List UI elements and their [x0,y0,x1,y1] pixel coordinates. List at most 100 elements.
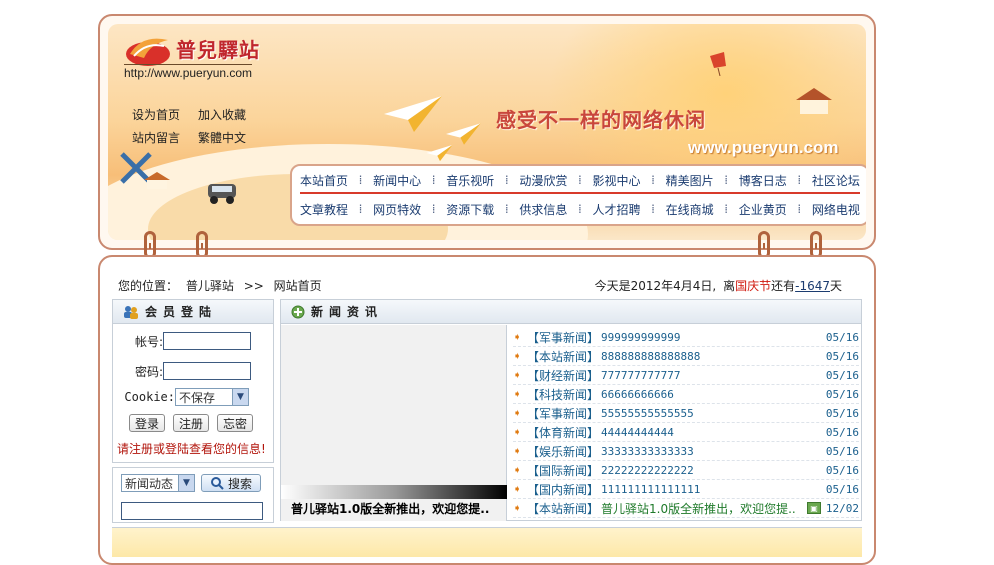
paper-plane-icon [384,96,442,132]
nav-downloads[interactable]: 资源下载 [446,201,494,218]
arrow-bullet-icon: ➧ [513,369,522,381]
nav-separator: ⁞ [578,173,582,187]
news-category[interactable]: 【娱乐新闻】 [527,443,599,460]
nav-music[interactable]: 音乐视听 [446,172,494,189]
news-title-link[interactable]: 999999999999 [601,331,825,344]
chevron-down-icon: ▼ [232,389,248,405]
site-logo[interactable]: 普兒驛站 http://www.pueryun.com [124,30,274,86]
search-category-value: 新闻动态 [125,476,174,491]
breadcrumb: 您的位置： 普儿驿站 >> 网站首页 [118,277,322,294]
search-button[interactable]: 搜索 [201,474,261,492]
arrow-bullet-icon: ➧ [513,502,522,514]
news-category[interactable]: 【财经新闻】 [527,367,599,384]
news-title-link[interactable]: 111111111111111 [601,483,825,496]
nav-forum[interactable]: 社区论坛 [812,172,860,189]
nav-separator: ⁞ [797,202,802,216]
news-list-item[interactable]: ➧ 【科技新闻】 66666666666 05/16 [513,385,859,404]
news-list-item[interactable]: ➧ 【体育新闻】 44444444444 05/16 [513,423,859,442]
nav-home[interactable]: 本站首页 [300,172,348,189]
nav-yellow-pages[interactable]: 企业黄页 [739,201,787,218]
news-list-item[interactable]: ➧ 【军事新闻】 55555555555555 05/16 [513,404,859,423]
nav-anime[interactable]: 动漫欣赏 [519,172,567,189]
nav-web-effects[interactable]: 网页特效 [373,201,421,218]
nav-supply[interactable]: 供求信息 [519,201,567,218]
password-row: 密码: [113,362,273,380]
news-list-item[interactable]: ➧ 【娱乐新闻】 33333333333333 05/16 [513,442,859,461]
news-category[interactable]: 【军事新闻】 [527,329,599,346]
quick-links: 设为首页 加入收藏 站内留言 繁體中文 [132,106,272,146]
news-category[interactable]: 【本站新闻】 [527,500,599,517]
news-slideshow[interactable]: 普儿驿站1.0版全新推出，欢迎您提.. [281,325,507,521]
away-text: 离 [723,279,736,293]
news-list-item[interactable]: ➧ 【财经新闻】 777777777777 05/16 [513,366,859,385]
news-title-link[interactable]: 22222222222222 [601,464,825,477]
news-category[interactable]: 【国际新闻】 [527,462,599,479]
nav-news-center[interactable]: 新闻中心 [373,172,421,189]
news-title-link[interactable]: 33333333333333 [601,445,825,458]
nav-separator: ⁞ [724,173,729,187]
nav-separator: ⁞ [724,202,729,216]
forgot-password-button[interactable]: 忘密 [217,414,253,432]
search-input[interactable] [121,502,263,520]
news-list-item[interactable]: ➧ 【国内新闻】 111111111111111 05/16 [513,480,859,499]
arrow-bullet-icon: ➧ [513,426,522,438]
arrow-bullet-icon: ➧ [513,350,522,362]
news-list-item[interactable]: ➧ 【本站新闻】 888888888888888 05/16 [513,347,859,366]
news-title-link[interactable]: 55555555555555 [601,407,825,420]
search-category-select[interactable]: 新闻动态 ▼ [121,474,195,492]
main-navigation: 本站首页 ⁞ 新闻中心 ⁞ 音乐视听 ⁞ 动漫欣赏 ⁞ 影视中心 ⁞ 精美图片 … [290,164,866,226]
arrow-bullet-icon: ➧ [513,331,522,343]
traditional-chinese-link[interactable]: 繁體中文 [198,129,264,146]
news-category[interactable]: 【国内新闻】 [527,481,599,498]
news-list-item[interactable]: ➧ 【本站新闻】 普儿驿站1.0版全新推出，欢迎您提.. ▣ 12/02 [513,499,859,518]
account-input[interactable] [163,332,251,350]
nav-pictures[interactable]: 精美图片 [666,172,714,189]
register-button[interactable]: 注册 [173,414,209,432]
news-title-link[interactable]: 66666666666 [601,388,825,401]
news-date: 05/16 [825,463,859,477]
news-panel: 新闻资讯 普儿驿站1.0版全新推出，欢迎您提.. ➧ 【军事新闻】 99999999… [280,299,862,521]
site-url-text: http://www.pueryun.com [124,64,253,80]
nav-web-tv[interactable]: 网络电视 [812,201,860,218]
news-date: 05/16 [825,368,859,382]
news-title-link[interactable]: 普儿驿站1.0版全新推出，欢迎您提.. [601,500,807,517]
nav-separator: ⁞ [797,173,802,187]
news-list-item[interactable]: ➧ 【国际新闻】 22222222222222 05/16 [513,461,859,480]
news-category[interactable]: 【军事新闻】 [527,405,599,422]
breadcrumb-site-link[interactable]: 普儿驿站 [186,279,234,293]
news-category[interactable]: 【本站新闻】 [527,348,599,365]
nav-shop[interactable]: 在线商城 [666,201,714,218]
news-date: 12/02 [825,501,859,515]
nav-row-1: 本站首页 ⁞ 新闻中心 ⁞ 音乐视听 ⁞ 动漫欣赏 ⁞ 影视中心 ⁞ 精美图片 … [300,168,860,194]
nav-blog[interactable]: 博客日志 [739,172,787,189]
news-list-item[interactable]: ➧ 【军事新闻】 999999999999 05/16 [513,328,859,347]
cookie-row: Cookie: 不保存 ▼ [113,388,273,406]
slideshow-caption[interactable]: 普儿驿站1.0版全新推出，欢迎您提.. [291,500,489,517]
news-title-link[interactable]: 777777777777 [601,369,825,382]
login-panel-header: 会员登陆 [113,300,273,324]
set-homepage-link[interactable]: 设为首页 [132,106,198,123]
search-row: 新闻动态 ▼ 搜索 [121,474,261,492]
chevron-down-icon: ▼ [178,475,194,491]
news-category[interactable]: 【科技新闻】 [527,386,599,403]
login-buttons: 登录 注册 忘密 [129,414,253,432]
guestbook-link[interactable]: 站内留言 [132,129,198,146]
news-title-link[interactable]: 888888888888888 [601,350,825,363]
login-button[interactable]: 登录 [129,414,165,432]
paper-plane-icon-2 [446,123,481,145]
nav-tutorials[interactable]: 文章教程 [300,201,348,218]
add-favorite-link[interactable]: 加入收藏 [198,106,264,123]
breadcrumb-prefix: 您的位置： [118,279,179,293]
car-icon [208,184,236,204]
search-panel: 新闻动态 ▼ 搜索 [112,467,274,523]
news-title-link[interactable]: 44444444444 [601,426,825,439]
slideshow-gradient [281,485,507,499]
nav-jobs[interactable]: 人才招聘 [593,201,641,218]
cookie-select[interactable]: 不保存 ▼ [175,388,249,406]
news-date: 05/16 [825,444,859,458]
news-category[interactable]: 【体育新闻】 [527,424,599,441]
nav-movies[interactable]: 影视中心 [593,172,641,189]
password-input[interactable] [163,362,251,380]
nav-separator: ⁞ [358,202,363,216]
news-date: 05/16 [825,425,859,439]
